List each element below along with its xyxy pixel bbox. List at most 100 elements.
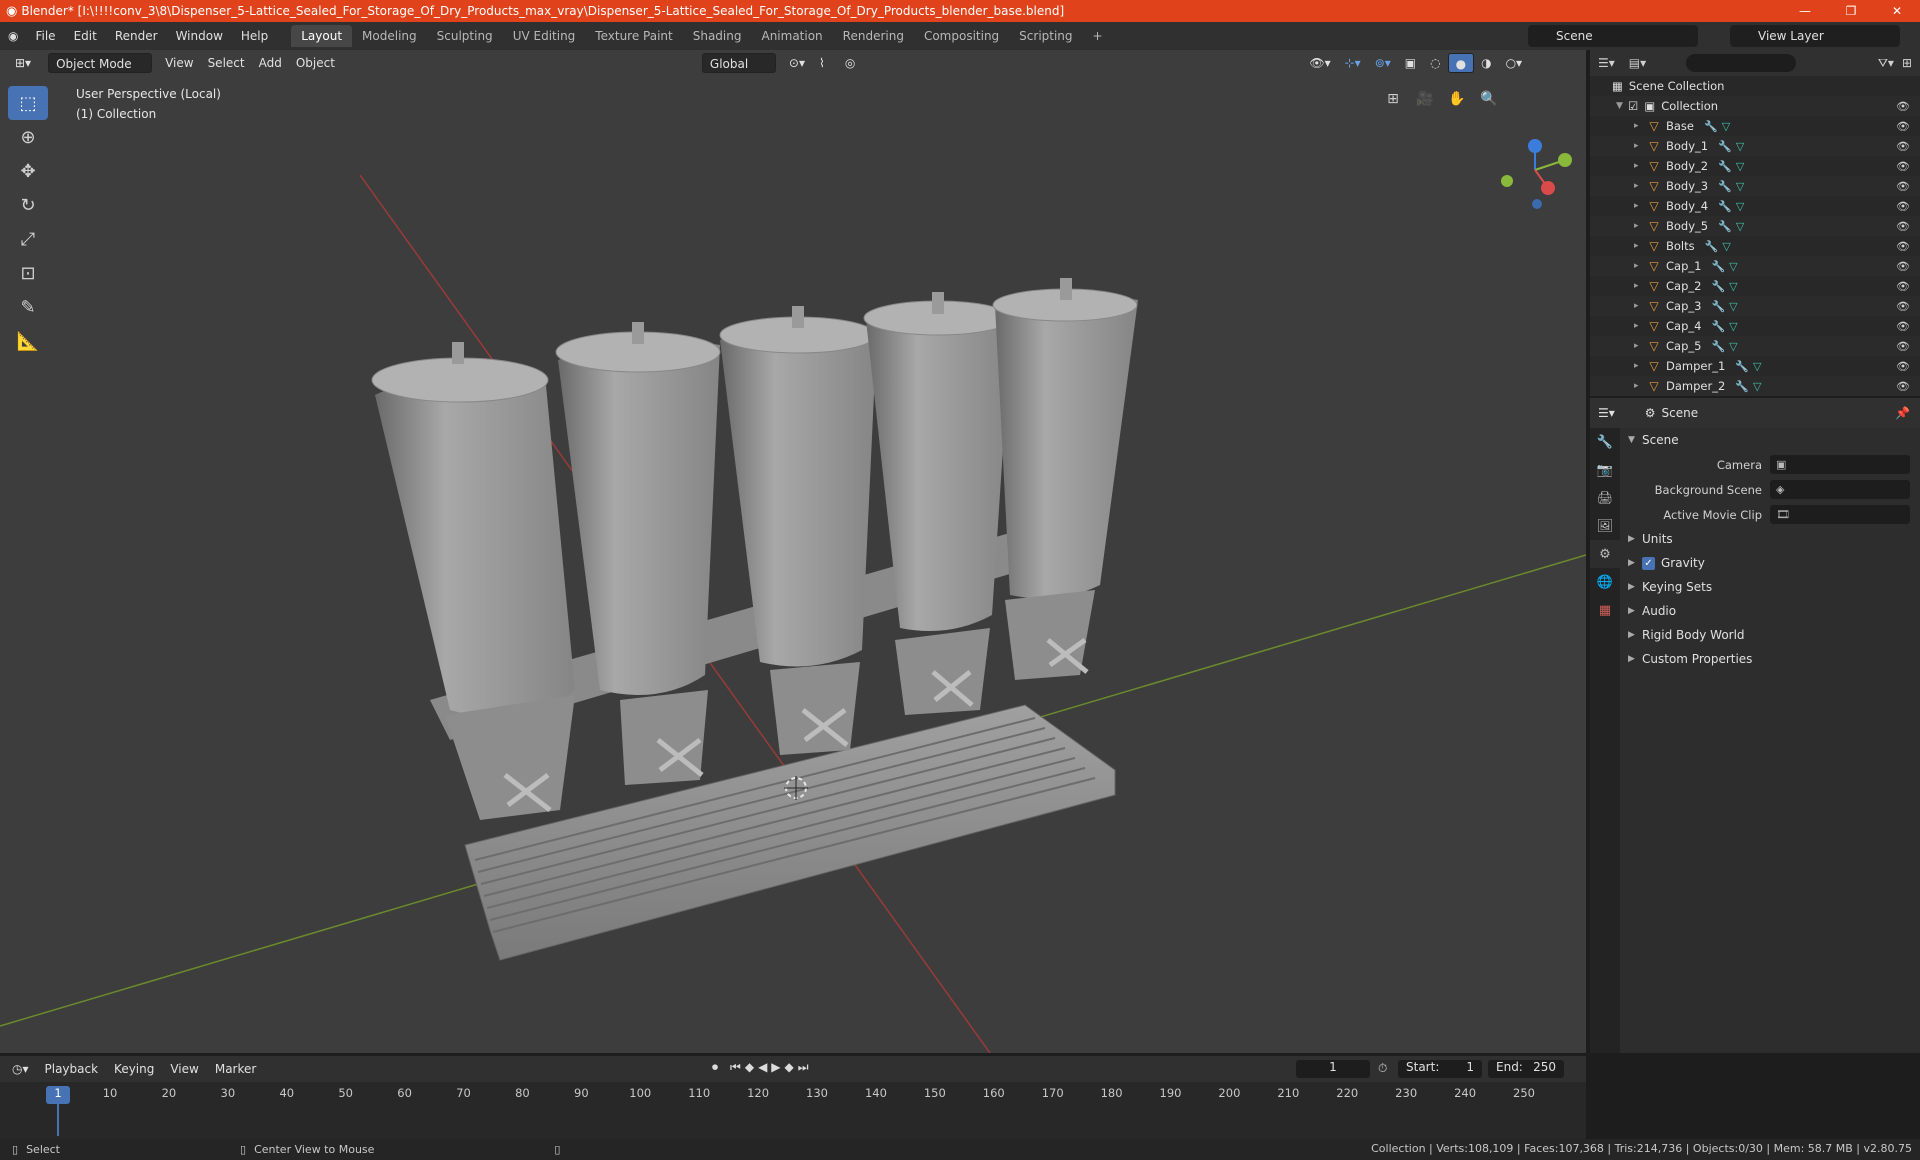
- pin-icon[interactable]: 📌: [1895, 406, 1910, 420]
- eye-icon[interactable]: 👁: [1896, 380, 1910, 393]
- expand-arrow-icon[interactable]: ▸: [1634, 221, 1646, 231]
- expand-arrow-icon[interactable]: ▸: [1634, 341, 1646, 351]
- expand-arrow-icon[interactable]: ▸: [1634, 141, 1646, 151]
- tool-tab-icon[interactable]: 🔧: [1590, 428, 1620, 456]
- gizmo-toggle-icon[interactable]: ⊹▾: [1338, 53, 1368, 73]
- custom-properties-panel[interactable]: ▶ Custom Properties: [1620, 647, 1920, 671]
- expand-arrow-icon[interactable]: ▸: [1634, 181, 1646, 191]
- menu-render[interactable]: Render: [106, 29, 167, 43]
- menu-file[interactable]: File: [26, 29, 64, 43]
- view-layer-tab-icon[interactable]: 🖼: [1590, 512, 1620, 540]
- expand-arrow-icon[interactable]: ▸: [1634, 381, 1646, 391]
- expand-arrow-icon[interactable]: ▸: [1634, 121, 1646, 131]
- tab-compositing[interactable]: Compositing: [914, 25, 1009, 47]
- outliner-object-row[interactable]: ▸ ▽ Damper_1 🔧 ▽ 👁: [1590, 356, 1920, 376]
- marker-menu[interactable]: Marker: [207, 1062, 264, 1076]
- modifier-wrench-icon[interactable]: 🔧: [1718, 140, 1732, 153]
- outliner-object-row[interactable]: ▸ ▽ Body_5 🔧 ▽ 👁: [1590, 216, 1920, 236]
- tab-animation[interactable]: Animation: [751, 25, 832, 47]
- gravity-panel[interactable]: ▶ ✓ Gravity: [1620, 551, 1920, 575]
- current-frame-marker[interactable]: 1: [46, 1086, 70, 1104]
- display-mode-icon[interactable]: ▤▾: [1629, 56, 1646, 70]
- tab-shading[interactable]: Shading: [683, 25, 752, 47]
- outliner-object-row[interactable]: ▸ ▽ Cap_2 🔧 ▽ 👁: [1590, 276, 1920, 296]
- mesh-data-icon[interactable]: ▽: [1729, 320, 1737, 333]
- visibility-icon[interactable]: 👁▾: [1302, 53, 1337, 73]
- tab-sculpting[interactable]: Sculpting: [427, 25, 503, 47]
- modifier-wrench-icon[interactable]: 🔧: [1711, 320, 1725, 333]
- modifier-wrench-icon[interactable]: 🔧: [1718, 200, 1732, 213]
- active-movie-clip-field[interactable]: 🎞: [1770, 505, 1910, 524]
- outliner-object-row[interactable]: ▸ ▽ Body_4 🔧 ▽ 👁: [1590, 196, 1920, 216]
- pivot-icon[interactable]: ⊙▾: [782, 53, 812, 73]
- eye-icon[interactable]: 👁: [1896, 260, 1910, 273]
- eye-icon[interactable]: 👁: [1896, 120, 1910, 133]
- keying-sets-panel[interactable]: ▶ Keying Sets: [1620, 575, 1920, 599]
- view-layer-selector[interactable]: View Layer: [1730, 25, 1900, 47]
- preview-range-icon[interactable]: ⏱: [1378, 1061, 1387, 1076]
- output-tab-icon[interactable]: 🖨: [1590, 484, 1620, 512]
- add-menu[interactable]: Add: [252, 53, 289, 73]
- mesh-data-icon[interactable]: ▽: [1722, 120, 1730, 133]
- rendered-shading-icon[interactable]: ○▾: [1499, 53, 1530, 73]
- xray-icon[interactable]: ▣: [1398, 53, 1423, 73]
- rigid-body-world-panel[interactable]: ▶ Rigid Body World: [1620, 623, 1920, 647]
- eye-icon[interactable]: 👁: [1896, 220, 1910, 233]
- outliner-object-row[interactable]: ▸ ▽ Bolts 🔧 ▽ 👁: [1590, 236, 1920, 256]
- pan-hand-icon[interactable]: ✋: [1444, 86, 1470, 112]
- filter-icon[interactable]: ⛛▾: [1878, 56, 1894, 71]
- mesh-data-icon[interactable]: ▽: [1736, 220, 1744, 233]
- mesh-data-icon[interactable]: ▽: [1729, 280, 1737, 293]
- move-icon[interactable]: ✥: [8, 154, 48, 188]
- scene-panel-header[interactable]: ▼ Scene: [1620, 428, 1920, 452]
- scene-selector[interactable]: Scene: [1528, 25, 1698, 47]
- outliner-object-row[interactable]: ▸ ▽ Body_2 🔧 ▽ 👁: [1590, 156, 1920, 176]
- tab-texture-paint[interactable]: Texture Paint: [585, 25, 682, 47]
- timeline-view-menu[interactable]: View: [162, 1062, 206, 1076]
- modifier-wrench-icon[interactable]: 🔧: [1705, 240, 1719, 253]
- modifier-wrench-icon[interactable]: 🔧: [1718, 160, 1732, 173]
- rotate-icon[interactable]: ↻: [8, 188, 48, 222]
- camera-field[interactable]: ▣: [1770, 455, 1910, 474]
- background-scene-field[interactable]: ◈: [1770, 480, 1910, 499]
- eye-icon[interactable]: 👁: [1896, 200, 1910, 213]
- cursor-icon[interactable]: ⊕: [8, 120, 48, 154]
- outliner-object-row[interactable]: ▸ ▽ Cap_1 🔧 ▽ 👁: [1590, 256, 1920, 276]
- annotate-icon[interactable]: ✎: [8, 290, 48, 324]
- units-panel[interactable]: ▶ Units: [1620, 527, 1920, 551]
- outliner-object-row[interactable]: ▸ ▽ Base 🔧 ▽ 👁: [1590, 116, 1920, 136]
- modifier-wrench-icon[interactable]: 🔧: [1711, 280, 1725, 293]
- outliner-object-row[interactable]: ▸ ▽ Damper_2 🔧 ▽ 👁: [1590, 376, 1920, 396]
- eye-icon[interactable]: 👁: [1896, 360, 1910, 373]
- tab-uv-editing[interactable]: UV Editing: [503, 25, 586, 47]
- collection-row[interactable]: ▼ ☑ ▣ Collection 👁: [1590, 96, 1920, 116]
- current-frame-field[interactable]: 1: [1296, 1060, 1370, 1078]
- solid-shading-icon[interactable]: ●: [1447, 53, 1475, 73]
- mesh-data-icon[interactable]: ▽: [1722, 240, 1730, 253]
- playback-menu[interactable]: Playback: [37, 1062, 107, 1076]
- close-button[interactable]: ✕: [1874, 0, 1920, 22]
- select-box-icon[interactable]: ⬚: [8, 86, 48, 120]
- wireframe-shading-icon[interactable]: ◌: [1423, 53, 1447, 73]
- expand-arrow-icon[interactable]: ▸: [1634, 161, 1646, 171]
- eye-icon[interactable]: 👁: [1896, 160, 1910, 173]
- modifier-wrench-icon[interactable]: 🔧: [1735, 380, 1749, 393]
- prev-keyframe-icon[interactable]: ◆: [745, 1060, 754, 1075]
- outliner-search-input[interactable]: [1686, 54, 1797, 72]
- snap-icon[interactable]: ⌇: [812, 53, 832, 73]
- mesh-data-icon[interactable]: ▽: [1729, 300, 1737, 313]
- camera-view-icon[interactable]: 🎥: [1412, 86, 1438, 112]
- jump-end-icon[interactable]: ⏭: [798, 1060, 809, 1075]
- modifier-wrench-icon[interactable]: 🔧: [1735, 360, 1749, 373]
- audio-panel[interactable]: ▶ Audio: [1620, 599, 1920, 623]
- object-menu[interactable]: Object: [289, 53, 342, 73]
- expand-arrow-icon[interactable]: ▸: [1634, 281, 1646, 291]
- transform-orientation-dropdown[interactable]: Global: [701, 53, 776, 73]
- 3d-viewport[interactable]: ⊞▾ Object Mode View Select Add Object Gl…: [0, 50, 1586, 1053]
- editor-type-icon[interactable]: ⊞▾: [8, 53, 38, 73]
- menu-window[interactable]: Window: [167, 29, 232, 43]
- checkbox-icon[interactable]: ☑: [1628, 99, 1638, 113]
- timeline-editor-icon[interactable]: ◷▾: [4, 1062, 37, 1076]
- properties-editor-icon[interactable]: ☰▾: [1598, 406, 1615, 420]
- gravity-checkbox[interactable]: ✓: [1642, 556, 1655, 570]
